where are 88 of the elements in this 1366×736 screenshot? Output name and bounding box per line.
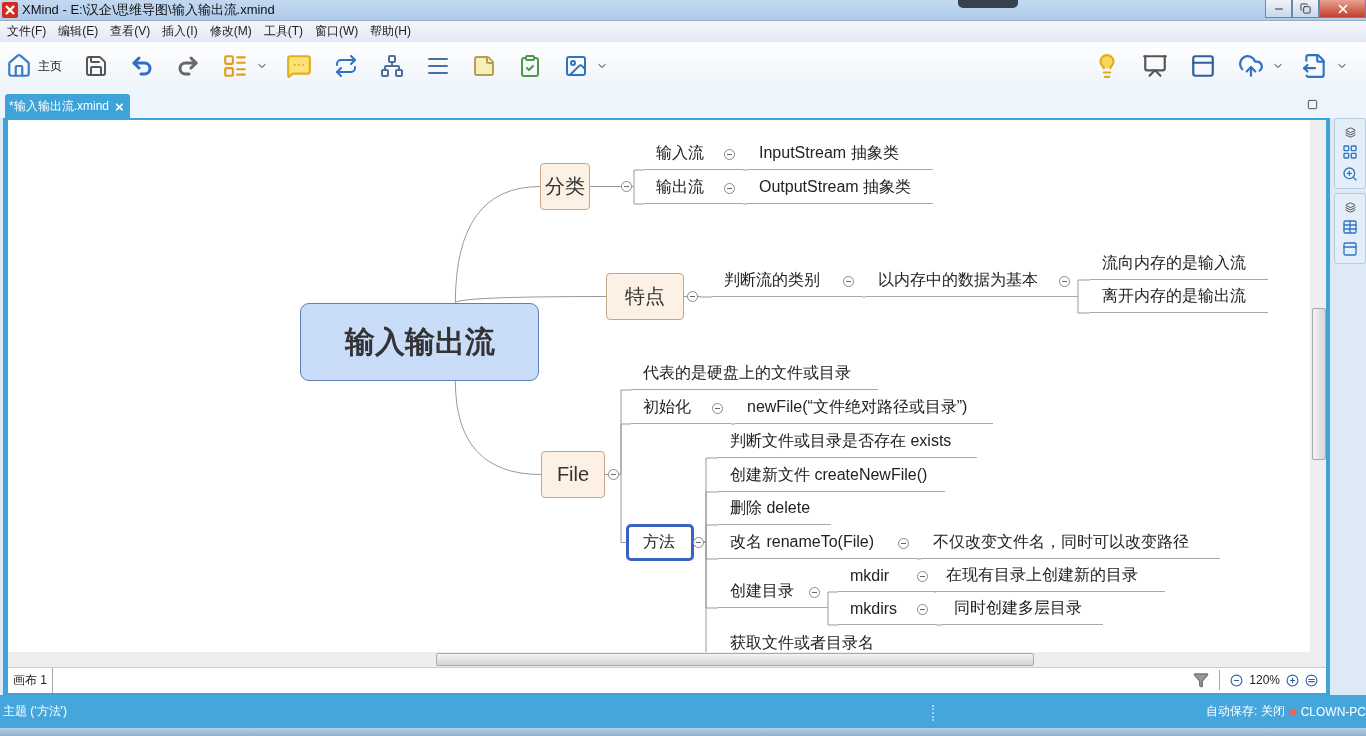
- vertical-scrollbar[interactable]: [1310, 120, 1326, 652]
- level-meter-icon: [958, 0, 1018, 8]
- note-icon[interactable]: [472, 54, 496, 78]
- restore-button[interactable]: [1292, 0, 1319, 18]
- scrollbar-thumb[interactable]: [436, 653, 1034, 666]
- status-dot-icon: [1288, 707, 1297, 716]
- collapse-icon[interactable]: [916, 603, 928, 615]
- subtopic[interactable]: 在现有目录上创建新的目录: [934, 560, 1165, 592]
- collapse-icon[interactable]: [723, 148, 735, 160]
- home-button[interactable]: 主页: [6, 53, 62, 79]
- menu-item[interactable]: 插入(I): [157, 23, 205, 40]
- collapse-icon[interactable]: [692, 536, 704, 548]
- subtopic[interactable]: 创建新文件 createNewFile(): [718, 460, 945, 492]
- collapse-icon[interactable]: [916, 570, 928, 582]
- main-topic[interactable]: 分类: [540, 163, 590, 210]
- branch-line: [827, 607, 839, 626]
- status-text: 主题 ('方法'): [3, 703, 67, 720]
- app-logo-icon: [2, 2, 18, 18]
- branch-line: [683, 296, 713, 298]
- close-button[interactable]: [1319, 0, 1366, 18]
- subtopic[interactable]: 流向内存的是输入流: [1090, 248, 1268, 280]
- redo-icon[interactable]: [176, 54, 200, 78]
- minimize-button[interactable]: [1265, 0, 1292, 18]
- branch-line: [1077, 279, 1091, 298]
- branch-line: [916, 558, 922, 560]
- subtopic[interactable]: 判断文件或目录是否存在 exists: [718, 426, 977, 458]
- menu-item[interactable]: 文件(F): [2, 23, 54, 40]
- menu-item[interactable]: 帮助(H): [365, 23, 418, 40]
- filter-icon[interactable]: [1193, 672, 1210, 689]
- zoom-out-icon[interactable]: [1230, 673, 1244, 687]
- main-topic[interactable]: 特点: [606, 273, 684, 320]
- collapse-icon[interactable]: [620, 181, 632, 192]
- collapse-icon[interactable]: [607, 469, 619, 480]
- scrollbar-thumb[interactable]: [1312, 308, 1326, 460]
- zoom-fit-icon[interactable]: [1305, 673, 1318, 687]
- resize-grip[interactable]: [932, 705, 936, 721]
- subtopic[interactable]: 代表的是硬盘上的文件或目录: [631, 358, 878, 390]
- computer-name: CLOWN-PC: [1300, 704, 1366, 719]
- branch-line: [1077, 296, 1091, 314]
- branch-line: [742, 203, 748, 205]
- table-icon[interactable]: [1342, 219, 1358, 235]
- central-topic[interactable]: 输入输出流: [300, 303, 539, 381]
- collapse-icon[interactable]: [842, 275, 854, 287]
- subtopic[interactable]: 方法: [626, 524, 694, 561]
- zoom-level: 120%: [1249, 673, 1280, 688]
- save-icon[interactable]: [84, 54, 108, 78]
- relationship-icon[interactable]: [334, 54, 358, 78]
- image-icon[interactable]: [564, 54, 588, 78]
- menu-item[interactable]: 工具(T): [258, 23, 310, 40]
- home-icon: [6, 53, 32, 79]
- zoom-in-icon[interactable]: [1286, 673, 1299, 687]
- outline-icon[interactable]: [1342, 144, 1358, 160]
- collapse-icon[interactable]: [808, 586, 820, 598]
- horizontal-scrollbar[interactable]: [8, 652, 1326, 667]
- subtopic[interactable]: 同时创建多层目录: [942, 593, 1103, 625]
- subtopic[interactable]: 离开内存的是输出流: [1090, 281, 1268, 313]
- collapse-icon[interactable]: [1058, 275, 1070, 287]
- collapse-icon[interactable]: [711, 402, 723, 414]
- branch-line: [730, 423, 736, 425]
- branch-line: [933, 591, 937, 593]
- menu-item[interactable]: 窗口(W): [310, 23, 366, 40]
- window-title: XMind - E:\汉企\思维导图\输入输出流.xmind: [22, 1, 275, 19]
- menu-item[interactable]: 查看(V): [105, 23, 158, 40]
- branch-line: [742, 169, 748, 171]
- menu-item[interactable]: 修改(M): [204, 23, 259, 40]
- autosave-status: 自动保存: 关闭: [1206, 703, 1285, 720]
- panel-icon[interactable]: [1190, 53, 1216, 79]
- search-icon[interactable]: [1342, 166, 1358, 182]
- subtopic[interactable]: 不仅改变文件名，同时可以改变路径: [921, 527, 1220, 559]
- task-icon[interactable]: [518, 54, 542, 78]
- branch-line: [827, 591, 839, 609]
- subtopic[interactable]: OutputStream 抽象类: [747, 172, 933, 204]
- main-topic[interactable]: File: [541, 451, 605, 498]
- subtopic[interactable]: InputStream 抽象类: [747, 138, 933, 170]
- branch-line: [861, 296, 867, 298]
- menu-item[interactable]: 编辑(E): [53, 23, 106, 40]
- branch-line: [935, 624, 943, 626]
- panel-icon[interactable]: [1342, 241, 1358, 257]
- subtopic[interactable]: 删除 delete: [718, 493, 831, 525]
- subtopic[interactable]: newFile(“文件绝对路径或目录”): [735, 392, 993, 424]
- export-icon[interactable]: [1302, 53, 1328, 79]
- cloud-upload-icon[interactable]: [1238, 53, 1264, 79]
- maximize-icon[interactable]: [1307, 99, 1318, 110]
- collapse-icon[interactable]: [686, 291, 698, 302]
- collapse-icon[interactable]: [897, 537, 909, 549]
- undo-icon[interactable]: [130, 54, 154, 78]
- collapse-icon[interactable]: [723, 182, 735, 194]
- presentation-icon[interactable]: [1142, 53, 1168, 79]
